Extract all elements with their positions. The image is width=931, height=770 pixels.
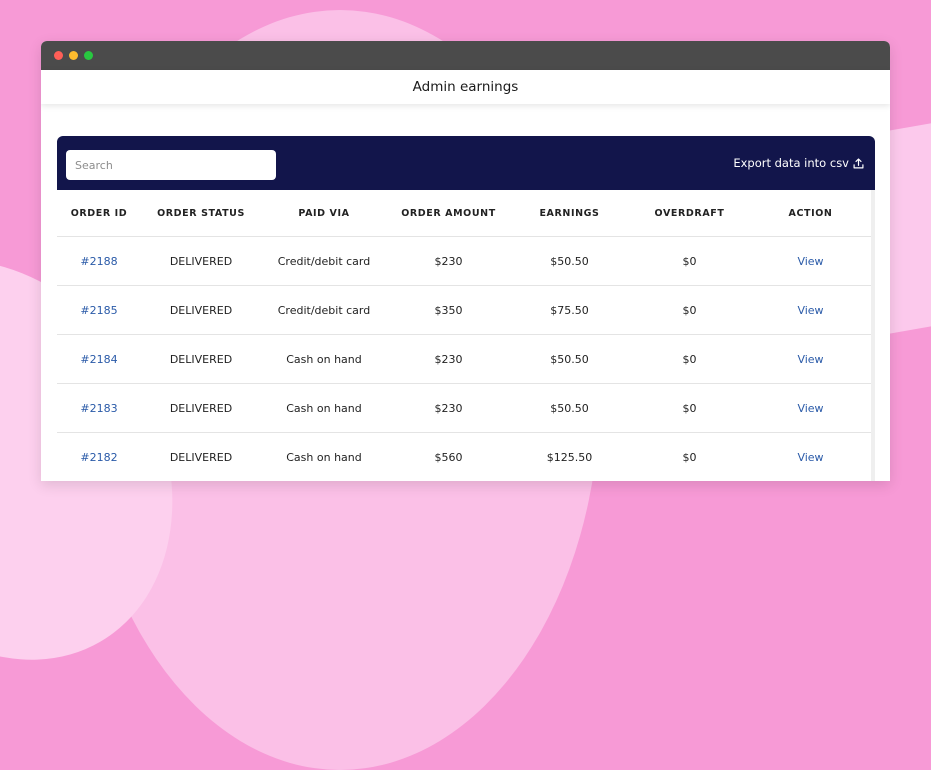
order-amount-cell: $230 xyxy=(387,334,510,384)
table-header-row: ORDER ID ORDER STATUS PAID VIA ORDER AMO… xyxy=(57,190,871,237)
paid-via-cell: Cash on hand xyxy=(261,383,387,433)
view-order-link[interactable]: View xyxy=(797,353,823,366)
search-input[interactable] xyxy=(66,150,276,180)
earnings-table: ORDER ID ORDER STATUS PAID VIA ORDER AMO… xyxy=(57,190,871,481)
column-header-paid-via: PAID VIA xyxy=(261,190,387,237)
paid-via-cell: Credit/debit card xyxy=(261,236,387,286)
minimize-window-button[interactable] xyxy=(69,51,78,60)
maximize-window-button[interactable] xyxy=(84,51,93,60)
main-content: Export data into csv xyxy=(41,104,890,481)
overdraft-cell: $0 xyxy=(629,432,750,481)
column-header-overdraft: OVERDRAFT xyxy=(629,190,750,237)
earnings-cell: $75.50 xyxy=(510,285,629,335)
export-csv-button[interactable]: Export data into csv xyxy=(733,156,864,170)
order-amount-cell: $230 xyxy=(387,236,510,286)
overdraft-cell: $0 xyxy=(629,334,750,384)
order-id-link[interactable]: #2183 xyxy=(80,402,117,415)
view-order-link[interactable]: View xyxy=(797,402,823,415)
earnings-cell: $50.50 xyxy=(510,383,629,433)
table-container: ORDER ID ORDER STATUS PAID VIA ORDER AMO… xyxy=(57,190,875,481)
column-header-action: ACTION xyxy=(750,190,871,237)
view-order-link[interactable]: View xyxy=(797,304,823,317)
column-header-order-id: ORDER ID xyxy=(57,190,141,237)
close-window-button[interactable] xyxy=(54,51,63,60)
table-row: #2185 DELIVERED Credit/debit card $350 $… xyxy=(57,285,871,335)
order-id-link[interactable]: #2185 xyxy=(80,304,117,317)
overdraft-cell: $0 xyxy=(629,285,750,335)
table-row: #2182 DELIVERED Cash on hand $560 $125.5… xyxy=(57,432,871,481)
view-order-link[interactable]: View xyxy=(797,451,823,464)
order-id-link[interactable]: #2182 xyxy=(80,451,117,464)
earnings-cell: $125.50 xyxy=(510,432,629,481)
order-amount-cell: $230 xyxy=(387,383,510,433)
earnings-cell: $50.50 xyxy=(510,236,629,286)
table-toolbar: Export data into csv xyxy=(57,136,875,190)
order-amount-cell: $350 xyxy=(387,285,510,335)
order-status-cell: DELIVERED xyxy=(141,334,261,384)
window-titlebar xyxy=(41,41,890,70)
export-csv-label: Export data into csv xyxy=(733,156,849,170)
column-header-order-amount: ORDER AMOUNT xyxy=(387,190,510,237)
order-status-cell: DELIVERED xyxy=(141,236,261,286)
page-header: Admin earnings xyxy=(41,70,890,104)
browser-window: Admin earnings Export data into csv xyxy=(41,41,890,481)
overdraft-cell: $0 xyxy=(629,383,750,433)
order-amount-cell: $560 xyxy=(387,432,510,481)
overdraft-cell: $0 xyxy=(629,236,750,286)
table-row: #2183 DELIVERED Cash on hand $230 $50.50… xyxy=(57,383,871,433)
order-status-cell: DELIVERED xyxy=(141,383,261,433)
order-status-cell: DELIVERED xyxy=(141,285,261,335)
order-status-cell: DELIVERED xyxy=(141,432,261,481)
table-row: #2184 DELIVERED Cash on hand $230 $50.50… xyxy=(57,334,871,384)
view-order-link[interactable]: View xyxy=(797,255,823,268)
page-title: Admin earnings xyxy=(412,79,519,95)
column-header-earnings: EARNINGS xyxy=(510,190,629,237)
column-header-order-status: ORDER STATUS xyxy=(141,190,261,237)
paid-via-cell: Cash on hand xyxy=(261,334,387,384)
earnings-table-card: Export data into csv xyxy=(57,136,875,481)
earnings-cell: $50.50 xyxy=(510,334,629,384)
order-id-link[interactable]: #2184 xyxy=(80,353,117,366)
order-id-link[interactable]: #2188 xyxy=(80,255,117,268)
paid-via-cell: Credit/debit card xyxy=(261,285,387,335)
paid-via-cell: Cash on hand xyxy=(261,432,387,481)
table-row: #2188 DELIVERED Credit/debit card $230 $… xyxy=(57,236,871,286)
upload-icon xyxy=(853,158,864,168)
